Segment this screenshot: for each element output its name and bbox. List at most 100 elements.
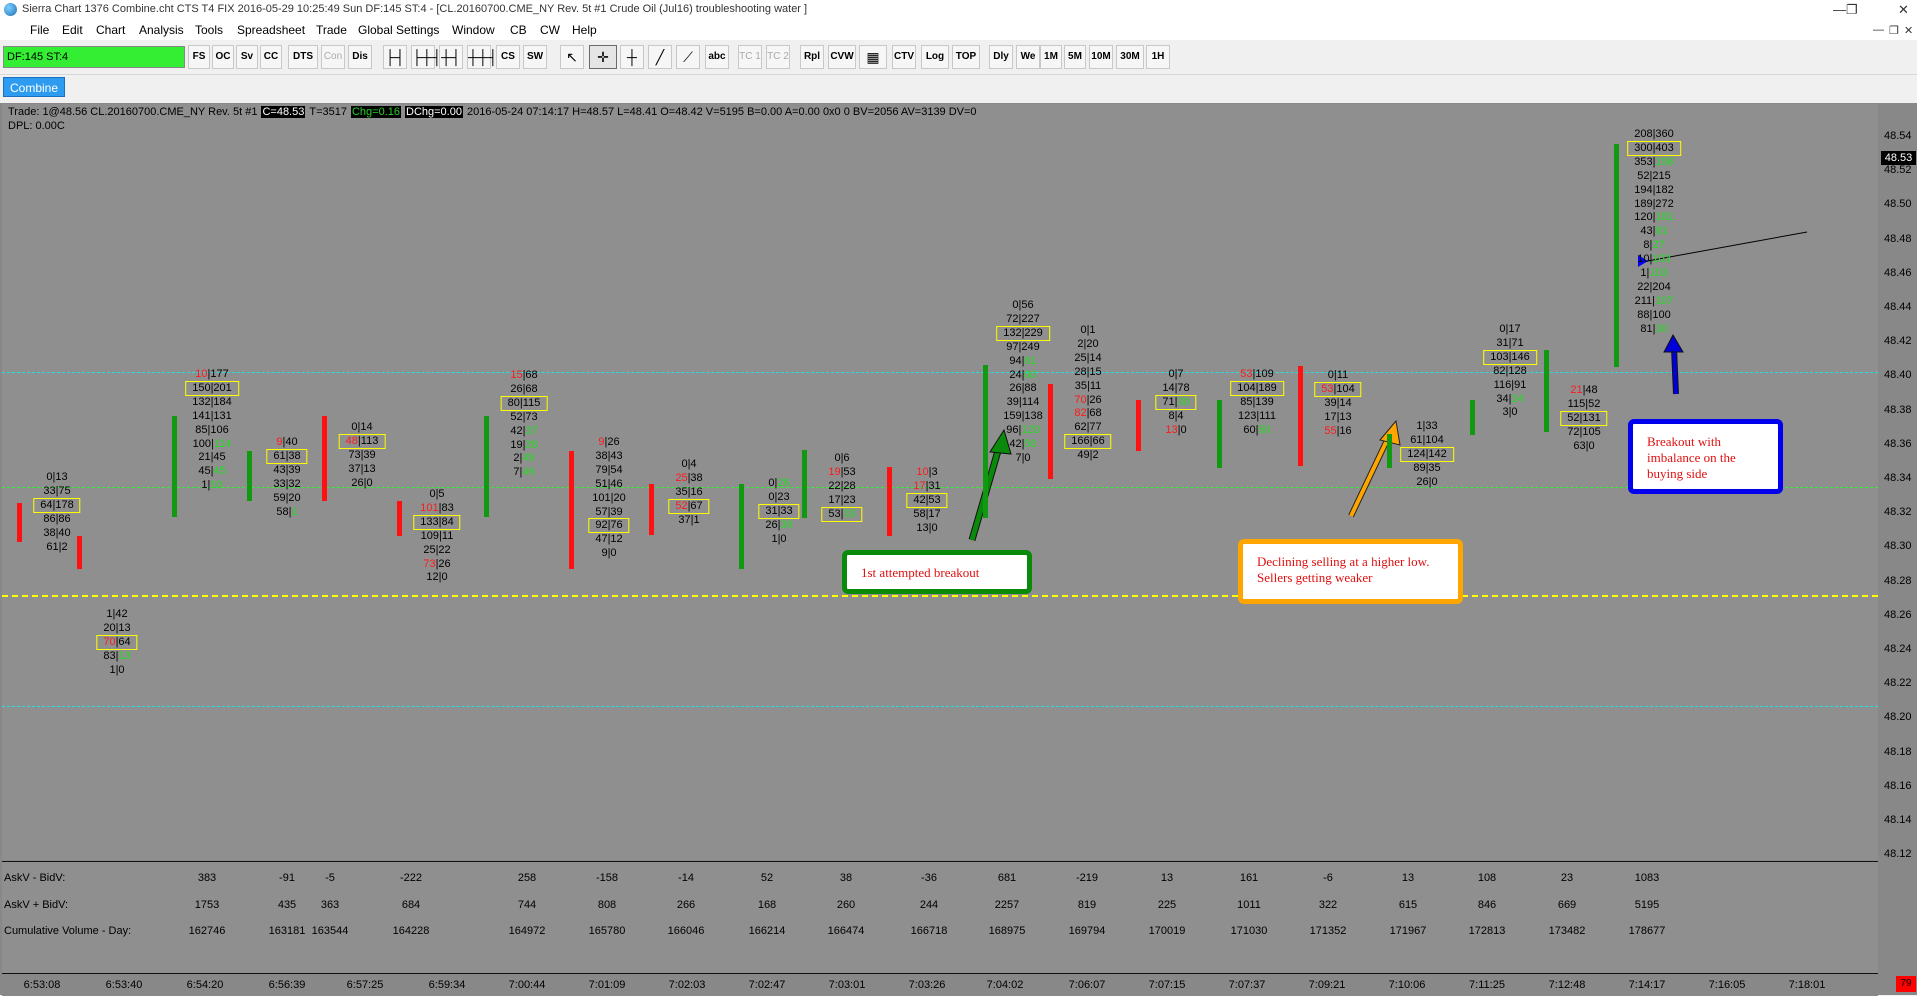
tc-1-button[interactable]: TC 1 [738,45,762,69]
menu-bar: File Edit Chart Analysis Tools Spreadsheet Tra… [0,20,1917,40]
tool-9-icon[interactable]: ┼┤ [439,45,463,69]
chart-plot-area[interactable]: Trade: 1@48.56 CL.20160700.CME_NY Rev. 5… [2,104,1879,860]
footer-cumulative-value: 165780 [588,925,626,937]
footprint-bar-up [739,484,744,569]
menu-edit[interactable]: Edit [62,23,83,37]
footprint-cell: 1|0 [771,532,787,545]
price-tick: 48.54 [1884,130,1912,142]
footprint-cell: 57|39 [595,505,623,518]
menu-chart[interactable]: Chart [96,23,125,37]
time-label: 6:57:25 [346,979,384,991]
footprint-cell: 64|178 [33,497,81,513]
time-label: 6:54:20 [186,979,224,991]
footprint-cell: 31|71 [1496,336,1524,349]
tool-17-icon[interactable]: ⟋ [676,45,700,69]
rpl-button[interactable]: Rpl [800,45,824,69]
1h-button[interactable]: 1H [1146,45,1170,69]
footprint-cell: 37|13 [348,462,376,475]
sw-button[interactable]: SW [523,45,547,69]
5m-button[interactable]: 5M [1064,45,1086,69]
footer-delta-value: 1083 [1634,872,1660,884]
footprint-cell: 159|138 [1003,410,1043,423]
tool-7-icon[interactable]: ├┤ [383,45,407,69]
tab-combine[interactable]: Combine [3,77,65,97]
tool-8-icon[interactable]: ├┼┤ [411,45,442,69]
sv-button[interactable]: Sv [236,45,258,69]
restore-icon[interactable]: ❐ [1846,2,1858,18]
footprint-bar-up [983,365,988,518]
menu-spreadsheet[interactable]: Spreadsheet [237,23,305,37]
footprint-bar-down [77,536,82,569]
price-tick: 48.46 [1884,266,1912,279]
cc-button[interactable]: CC [260,45,282,69]
footprint-cell: 43|81 [1640,225,1668,238]
footprint-cell: 101|83 [420,501,454,514]
30m-button[interactable]: 30M [1116,45,1144,69]
footprint-cell: 39|14 [1324,396,1352,409]
footprint-bar-down [1136,400,1141,451]
footprint-cell: 132|184 [192,395,232,408]
cvw-button[interactable]: CVW [828,45,856,69]
con-button[interactable]: Con [321,45,345,69]
close-icon[interactable]: ✕ [1898,2,1909,18]
1m-button[interactable]: 1M [1040,45,1062,69]
footprint-cell: 22|28 [828,479,856,492]
time-label: 6:53:08 [23,979,61,991]
footprint-cell: 62|77 [1074,421,1102,434]
footprint-bar-up [484,416,489,517]
ctv-button[interactable]: CTV [892,45,916,69]
footprint-bar-down [1048,384,1053,479]
footer-total-value: 1011 [1237,899,1261,911]
tool-23-icon[interactable]: ▦ [859,45,887,69]
dis-button[interactable]: Dis [348,45,372,69]
footprint-cell: 0|26 [768,477,790,489]
tool-15-icon[interactable]: ┼ [620,45,644,69]
menu-window[interactable]: Window [452,23,495,37]
footer-delta-value: 258 [517,872,537,884]
footprint-cell: 0|5 [429,488,445,500]
footprint-cell: 85|106 [195,423,229,436]
menu-help[interactable]: Help [572,23,597,37]
footprint-cell: 26|88 [1009,382,1037,395]
mdi-close-icon[interactable]: ✕ [1904,24,1913,37]
dts-button[interactable]: DTS [288,45,318,69]
menu-analysis[interactable]: Analysis [139,23,184,37]
tool-16-icon[interactable]: ╱ [648,45,672,69]
price-tick: 48.24 [1884,643,1912,655]
footer-cumulative-value: 166046 [667,925,705,937]
abc-button[interactable]: abc [705,45,729,69]
tool-10-icon[interactable]: ┼┼┤ [467,45,498,69]
log-button[interactable]: Log [921,45,949,69]
dly-button[interactable]: Dly [989,45,1013,69]
time-label: 7:06:07 [1068,979,1106,991]
oc-button[interactable]: OC [212,45,234,69]
10m-button[interactable]: 10M [1089,45,1113,69]
footprint-cell: 1|0 [109,663,125,676]
corner-badge: 79 [1896,976,1916,992]
tool-14-icon[interactable]: ✛ [589,45,617,69]
menu-global-settings[interactable]: Global Settings [358,23,439,37]
menu-tools[interactable]: Tools [195,23,223,37]
footprint-cell: 60|50 [1243,423,1271,436]
mdi-restore-icon[interactable]: ❐ [1889,24,1899,37]
mdi-minimize-icon[interactable]: — [1873,24,1884,36]
minimize-icon[interactable]: — [1833,2,1846,17]
footprint-cell: 17|23 [828,493,856,506]
tool-13-icon[interactable]: ↖ [560,45,584,69]
footprint-cell: 35|16 [675,485,703,498]
menu-cw[interactable]: CW [540,23,560,37]
footer-delta-value: -91 [279,872,295,884]
footprint-cell: 82|128 [1493,364,1527,377]
cs-button[interactable]: CS [496,45,520,69]
footprint-cell: 115|52 [1567,397,1601,410]
we-button[interactable]: We [1016,45,1040,69]
menu-file[interactable]: File [30,23,49,37]
footprint-cell: 70|26 [1074,393,1102,406]
time-axis: 6:53:08 6:53:40 6:54:20 6:56:39 6:57:25 6:59:… [2,973,1878,996]
fs-button[interactable]: FS [188,45,210,69]
top-button[interactable]: TOP [952,45,980,69]
tc-2-button[interactable]: TC 2 [766,45,790,69]
menu-trade[interactable]: Trade [316,23,347,37]
footprint-cell: 13|0 [1165,423,1187,436]
menu-cb[interactable]: CB [510,23,527,37]
